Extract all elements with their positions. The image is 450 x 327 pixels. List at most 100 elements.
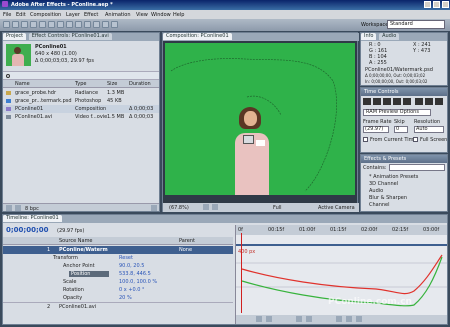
trash-icon[interactable] [151,205,157,211]
current-time[interactable]: 0;00;00;00 [6,226,49,234]
tab-effect-controls[interactable]: Effect Controls: PConline01.avi [28,33,112,40]
menu-file[interactable]: File [3,12,11,18]
bpc-label[interactable]: 8 bpc [25,206,39,211]
menu-window[interactable]: Window [151,12,171,18]
tab-audio[interactable]: Audio [379,33,400,40]
menu-layer[interactable]: Layer [66,12,80,18]
project-tabbar: Project Effect Controls: PConline01.avi [3,33,159,41]
property-row[interactable]: Scale 100.0, 100.0 % [3,278,233,286]
time-indicator[interactable] [241,233,242,313]
interpret-footage-icon[interactable] [6,205,12,211]
puppet-tool-icon[interactable] [111,21,118,28]
watermark-box [256,140,265,146]
layer-row[interactable]: 1 PConline/Waterm None [3,246,233,254]
property-row[interactable]: Rotation 0 x +0.0 ° [3,286,233,294]
project-item[interactable]: PConline01 Composition Δ 0;00;03 [3,105,159,113]
col-name[interactable]: Name [15,81,30,87]
selection-tool-icon[interactable] [3,21,10,28]
resolution-select[interactable]: Full [273,205,282,211]
col-type[interactable]: Type [75,81,86,87]
fit-all-icon[interactable] [306,316,312,322]
audio-icon[interactable] [415,98,423,105]
show-properties-icon[interactable] [266,316,272,322]
transform-reset[interactable]: Reset [119,254,133,262]
zoom-level[interactable]: (67.8%) [169,205,189,211]
menu-edit[interactable]: Edit [16,12,26,18]
fit-selection-icon[interactable] [296,316,302,322]
rotate-tool-icon[interactable] [30,21,37,28]
skip-input[interactable]: 0 [394,126,408,133]
menu-animation[interactable]: Animation [105,12,131,18]
ease-in-icon[interactable] [346,316,352,322]
comp-viewer[interactable] [165,43,355,195]
project-item[interactable]: grace_pr...termark.psd Photoshop 45 KB [3,97,159,105]
tab-timeline[interactable]: Timeline: PConline01 [3,215,62,222]
tab-composition[interactable]: Composition: PConline01 [163,33,232,40]
ruler-tick: 00:15f [268,227,285,233]
full-screen-checkbox[interactable] [413,137,418,142]
maximize-button[interactable] [433,1,440,8]
contains-label: Contains: [363,165,387,171]
text-tool-icon[interactable] [75,21,82,28]
next-frame-icon[interactable] [393,98,401,105]
ease-out-icon[interactable] [356,316,362,322]
minimize-button[interactable] [424,1,431,8]
property-row[interactable]: Anchor Point 90.0, 20.5 [3,262,233,270]
timeline-tabbar: Timeline: PConline01 [3,215,447,223]
clone-stamp-tool-icon[interactable] [93,21,100,28]
ram-preview-icon[interactable] [435,98,443,105]
tab-info[interactable]: Info [361,33,377,40]
effects-search-input[interactable] [389,164,445,171]
menu-view[interactable]: View [136,12,148,18]
easy-ease-icon[interactable] [336,316,342,322]
play-icon[interactable] [383,98,391,105]
col-parent[interactable]: Parent [179,238,195,244]
ram-preview-select[interactable]: RAM Preview Options [363,109,431,116]
new-folder-icon[interactable] [15,205,21,211]
frame-rate-select[interactable]: (29.97) [363,126,389,133]
project-item[interactable]: grace_probe.hdr Radiance 1.3 MB [3,89,159,97]
video-file-icon [6,115,11,119]
layer-parent[interactable]: None [179,246,192,254]
col-size[interactable]: Size [107,81,117,87]
x-position-curve[interactable] [241,254,443,295]
close-button[interactable] [442,1,449,8]
snapshot-icon[interactable] [203,204,209,210]
show-snapshot-icon[interactable] [212,204,218,210]
menu-effect[interactable]: Effect [84,12,98,18]
col-duration[interactable]: Duration [129,81,151,87]
menu-help[interactable]: Help [173,12,184,18]
camera-select[interactable]: Active Camera [318,205,355,211]
property-row[interactable]: Opacity 20 % [3,294,233,302]
loop-icon[interactable] [425,98,433,105]
menu-composition[interactable]: Composition [30,12,61,18]
work-area-bar[interactable] [236,244,447,246]
previous-frame-icon[interactable] [373,98,381,105]
orbit-camera-tool-icon[interactable] [39,21,46,28]
pan-behind-tool-icon[interactable] [48,21,55,28]
from-current-checkbox[interactable] [363,137,368,142]
mask-tool-icon[interactable] [57,21,64,28]
graph-type-icon[interactable] [256,316,262,322]
last-frame-icon[interactable] [403,98,411,105]
time-ruler[interactable]: 0f 00:15f 01:00f 01:15f 02:00f 02:15f 03… [236,225,447,235]
eraser-tool-icon[interactable] [102,21,109,28]
layer-row[interactable]: 2 PConline01.avi [3,302,233,310]
col-source-name[interactable]: Source Name [59,238,93,244]
effects-item[interactable]: Channel [361,201,447,209]
search-icon[interactable] [6,74,10,78]
workspace-select[interactable]: Standard [387,20,445,29]
pen-tool-icon[interactable] [66,21,73,28]
transform-row[interactable]: Transform Reset [3,254,233,262]
tab-project[interactable]: Project [3,33,27,40]
timeline-panel: Timeline: PConline01 0;00;00;00 (29.97 f… [2,214,448,325]
resolution-dropdown[interactable]: Auto [414,126,444,133]
property-row[interactable]: Position 533.8, 446.5 [3,270,233,278]
project-item[interactable]: PConline01.avi Video f...ovie 1.5 MB Δ 0… [3,113,159,121]
brush-tool-icon[interactable] [84,21,91,28]
zoom-tool-icon[interactable] [21,21,28,28]
first-frame-icon[interactable] [363,98,371,105]
ruler-tick: 02:15f [392,227,409,233]
graph-editor[interactable]: 0f 00:15f 01:00f 01:15f 02:00f 02:15f 03… [235,225,447,324]
hand-tool-icon[interactable] [12,21,19,28]
